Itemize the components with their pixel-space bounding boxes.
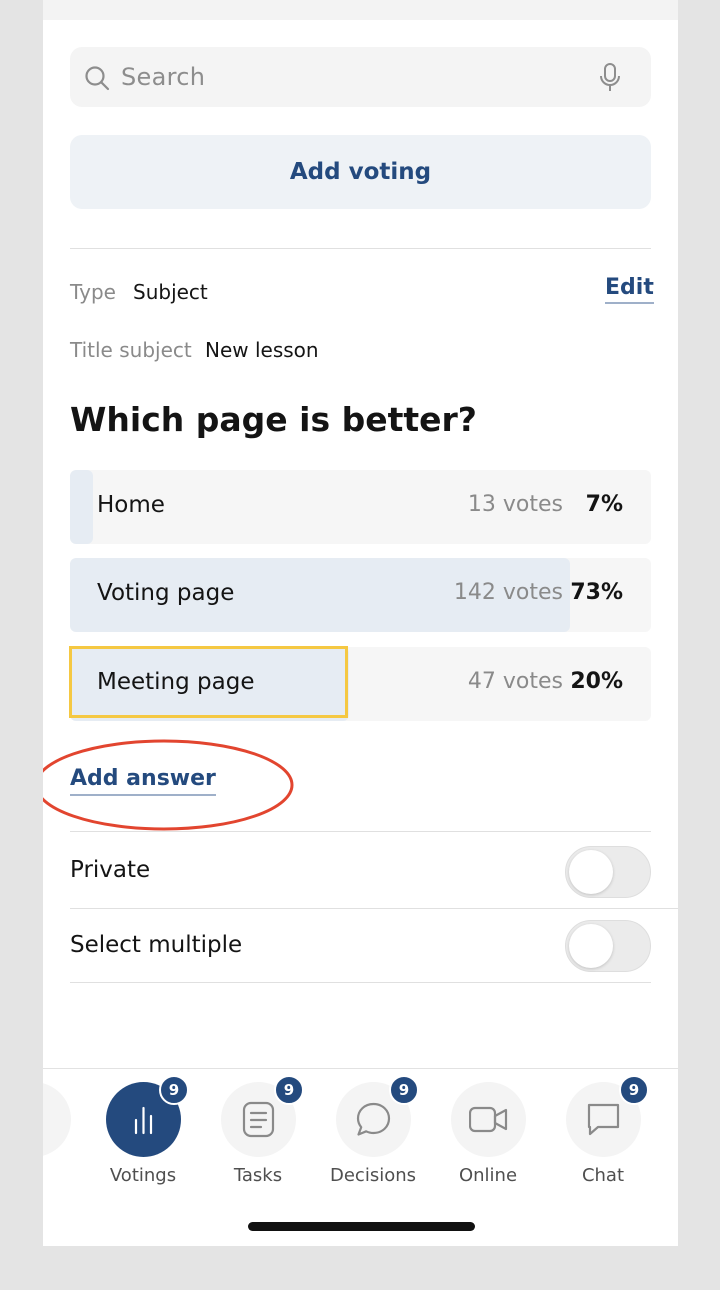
private-toggle[interactable] — [565, 846, 651, 898]
search-icon — [85, 66, 110, 91]
message-square-icon — [587, 1103, 620, 1136]
select-multiple-toggle[interactable] — [565, 920, 651, 972]
nav-item-decisions[interactable]: 9 Decisions — [318, 1075, 428, 1202]
bottom-navigation: s 9 Votings 9 — [43, 1068, 678, 1246]
nav-icon-circle — [43, 1082, 71, 1157]
option-label: Home — [97, 492, 165, 518]
document-icon — [242, 1101, 275, 1138]
select-multiple-label: Select multiple — [70, 932, 243, 958]
microphone-icon[interactable] — [599, 62, 621, 94]
toggle-knob — [569, 924, 613, 968]
option-label: Voting page — [97, 580, 235, 606]
divider — [70, 831, 651, 832]
add-voting-button[interactable]: Add voting — [70, 135, 651, 209]
divider — [70, 248, 651, 249]
nav-label: Votings — [109, 1165, 177, 1186]
vote-share-bar — [70, 470, 94, 544]
poll-option-home[interactable]: Home 13 votes 7% — [70, 470, 651, 544]
nav-label: Decisions — [329, 1165, 416, 1186]
nav-label: Chat — [581, 1165, 625, 1186]
notification-badge: 9 — [389, 1075, 419, 1105]
video-camera-icon — [469, 1106, 508, 1133]
nav-divider — [43, 1068, 678, 1069]
poll-option-voting-page[interactable]: Voting page 142 votes 73% — [70, 558, 651, 632]
type-label: Type — [70, 280, 116, 304]
search-input[interactable]: Search — [121, 63, 205, 91]
edit-link[interactable]: Edit — [605, 275, 654, 304]
annotation-ellipse — [43, 739, 294, 831]
search-bar[interactable]: Search — [70, 47, 651, 107]
nav-item-partial[interactable]: s — [43, 1082, 88, 1202]
poll-question: Which page is better? — [70, 400, 477, 439]
nav-label: Online — [458, 1165, 518, 1186]
nav-item-tasks[interactable]: 9 Tasks — [203, 1075, 313, 1202]
home-indicator[interactable] — [248, 1222, 475, 1231]
option-percent: 7% — [585, 492, 623, 517]
option-votes: 142 votes — [453, 580, 563, 605]
private-label: Private — [70, 857, 151, 883]
notification-badge: 9 — [274, 1075, 304, 1105]
selected-option-highlight — [69, 646, 348, 718]
nav-icon-circle — [451, 1082, 526, 1157]
chat-bubble-icon — [356, 1102, 391, 1136]
divider — [70, 982, 651, 983]
top-bar — [43, 0, 678, 20]
nav-label: Tasks — [233, 1165, 283, 1186]
toggle-knob — [569, 850, 613, 894]
divider — [70, 908, 678, 909]
title-subject-value: New lesson — [205, 338, 319, 362]
nav-item-votings[interactable]: 9 Votings — [88, 1075, 198, 1202]
nav-item-chat[interactable]: 9 Chat — [548, 1075, 658, 1202]
nav-label: s — [43, 1165, 85, 1186]
type-value: Subject — [133, 280, 208, 304]
option-percent: 73% — [570, 580, 623, 605]
bar-chart-icon — [134, 1106, 153, 1135]
app-screen: Search Add voting Type Subject Edit Titl… — [43, 0, 678, 1246]
notification-badge: 9 — [619, 1075, 649, 1105]
option-votes: 13 votes — [467, 492, 563, 517]
option-votes: 47 votes — [467, 669, 563, 694]
title-subject-label: Title subject — [70, 338, 192, 362]
nav-item-online[interactable]: Online — [433, 1082, 543, 1202]
notification-badge: 9 — [159, 1075, 189, 1105]
option-percent: 20% — [570, 669, 623, 694]
